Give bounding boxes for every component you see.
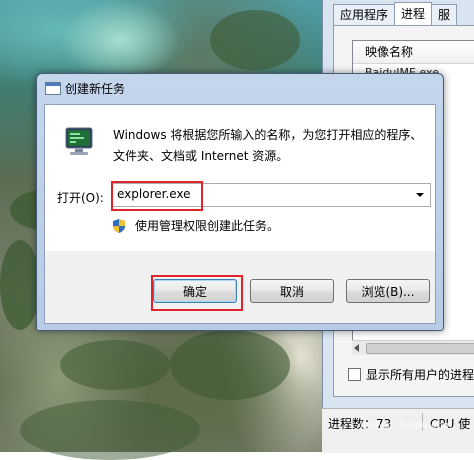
dialog-title: 创建新任务	[65, 82, 126, 96]
uac-shield-icon	[113, 218, 125, 233]
dialog-description: Windows 将根据您所输入的名称，为您打开相应的程序、文件夹、文档或 Int…	[113, 128, 423, 163]
chevron-down-icon[interactable]	[416, 193, 424, 197]
tab-services[interactable]: 服	[431, 4, 458, 25]
run-program-icon	[65, 127, 93, 155]
show-all-users-option[interactable]: 显示所有用户的进程	[348, 366, 474, 383]
run-window-icon	[45, 82, 61, 95]
tab-processes[interactable]: 进程	[394, 2, 433, 25]
foliage	[20, 400, 200, 460]
cancel-button[interactable]: 取消	[250, 279, 334, 303]
admin-privilege-row: 使用管理权限创建此任务。	[111, 217, 279, 234]
watermark: jingyan.baidu.com	[360, 420, 453, 431]
foliage	[170, 330, 290, 400]
tab-applications[interactable]: 应用程序	[333, 4, 396, 25]
show-all-users-checkbox[interactable]	[348, 368, 361, 381]
foliage	[210, 10, 300, 70]
dialog-content-area: Windows 将根据您所输入的名称，为您打开相应的程序、文件夹、文档或 Int…	[45, 105, 435, 251]
foliage	[60, 340, 170, 390]
browse-button[interactable]: 浏览(B)...	[346, 279, 430, 303]
admin-privilege-label: 使用管理权限创建此任务。	[135, 219, 280, 233]
column-header-image-name[interactable]: 映像名称	[353, 41, 474, 64]
ok-button-highlight-box	[151, 275, 243, 311]
open-label: 打开(O):	[57, 191, 104, 205]
scrollbar-thumb[interactable]	[366, 343, 474, 354]
show-all-users-label: 显示所有用户的进程	[366, 368, 474, 382]
foliage	[0, 240, 40, 330]
create-new-task-dialog: 创建新任务 Windows 将根据您所输入的名称，为您打开相应的程序、文件夹、文…	[36, 73, 444, 331]
input-highlight-box	[111, 181, 203, 211]
dialog-body: Windows 将根据您所输入的名称，为您打开相应的程序、文件夹、文档或 Int…	[44, 104, 436, 324]
task-manager-tabs: 应用程序 进程 服	[333, 2, 458, 26]
horizontal-scrollbar[interactable]	[352, 340, 474, 355]
scroll-left-arrow-icon[interactable]	[354, 344, 359, 352]
dialog-titlebar[interactable]: 创建新任务	[37, 74, 443, 102]
